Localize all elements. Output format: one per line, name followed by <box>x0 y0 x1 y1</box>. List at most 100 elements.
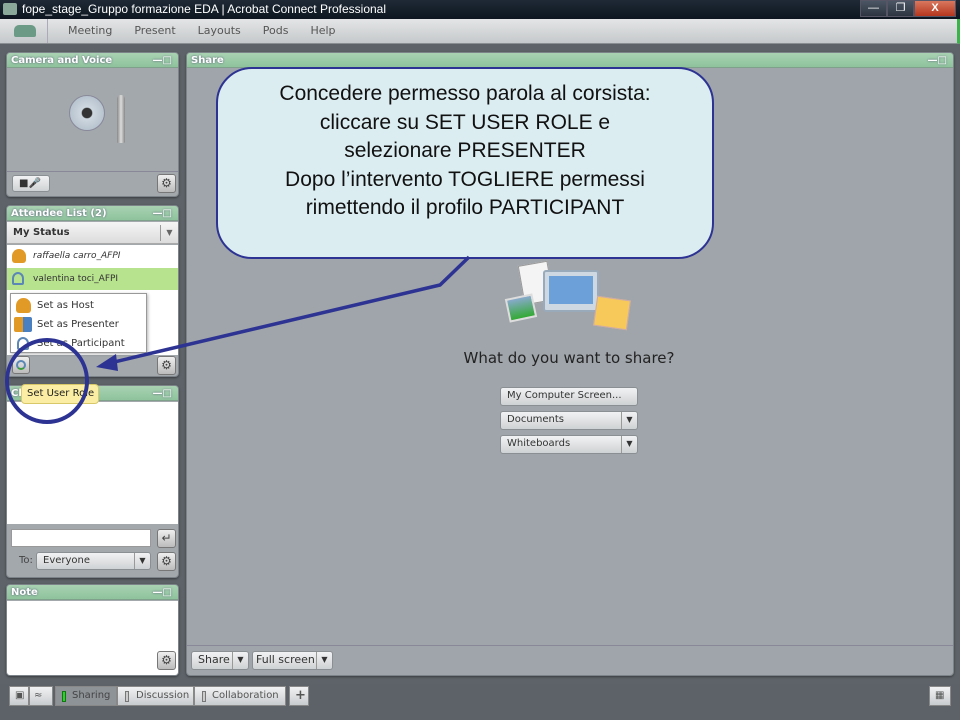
host-icon <box>12 249 26 263</box>
note-text-area[interactable] <box>7 601 178 675</box>
callout-line: Dopo l’intervento TOGLIERE permessi <box>285 167 645 191</box>
close-icon[interactable]: X <box>914 0 956 17</box>
button-label: Full screen <box>256 653 315 666</box>
plus-icon: + <box>295 688 306 703</box>
lock-icon[interactable]: ▣ <box>9 686 29 706</box>
note-pod: Note —□ ⚙ <box>6 584 179 676</box>
attendee-name: valentina toci_AFPI <box>33 274 119 284</box>
window-title: fope_stage_Gruppo formazione EDA | Acrob… <box>22 2 387 16</box>
set-as-participant-item[interactable]: Set as Participant <box>11 334 146 353</box>
attendee-row[interactable]: valentina toci_AFPI <box>7 268 178 290</box>
minimize-icon[interactable]: — <box>860 0 887 17</box>
pod-title: Note <box>11 587 38 598</box>
tab-label: Collaboration <box>212 690 279 701</box>
menu-item-label: Set as Presenter <box>37 319 119 330</box>
share-documents-dropdown[interactable]: Documents ▼ <box>500 411 638 430</box>
tab-discussion[interactable]: Discussion <box>117 686 194 706</box>
attendee-row[interactable]: raffaella carro_AFPI <box>7 245 178 267</box>
chevron-down-icon: ▼ <box>134 553 150 569</box>
tab-label: Sharing <box>72 690 111 701</box>
callout-line: Concedere permesso parola al corsista: <box>279 82 651 105</box>
connect-logo-icon <box>14 25 36 37</box>
participant-icon <box>17 337 29 350</box>
pod-window-controls[interactable]: —□ <box>153 53 172 68</box>
tab-indicator-icon <box>202 691 206 702</box>
share-whiteboards-dropdown[interactable]: Whiteboards ▼ <box>500 435 638 454</box>
menu-pods[interactable]: Pods <box>263 19 289 43</box>
pod-title: Share <box>191 55 224 66</box>
callout-line: cliccare su SET USER ROLE e <box>319 110 611 134</box>
pod-title: Attendee List (2) <box>11 208 107 219</box>
app-icon <box>3 3 17 15</box>
webcam-icon <box>69 95 105 131</box>
share-illustration-icon <box>504 258 632 338</box>
host-icon <box>16 298 31 313</box>
pod-window-controls[interactable]: —□ <box>153 386 172 401</box>
layout-panel-icon[interactable]: ▦ <box>929 686 951 706</box>
attendee-name: raffaella carro_AFPI <box>33 251 121 261</box>
callout-line: selezionare PRESENTER <box>344 139 586 162</box>
camera-voice-pod: Camera and Voice —□ ■🎤 ⚙ <box>6 52 179 197</box>
tab-label: Discussion <box>136 690 190 701</box>
add-layout-button[interactable]: + <box>289 686 309 706</box>
chevron-down-icon: ▼ <box>316 652 332 669</box>
chevron-down-icon: ▼ <box>160 225 178 241</box>
menu-present[interactable]: Present <box>134 19 175 43</box>
gear-icon[interactable]: ⚙ <box>157 174 176 193</box>
active-indicator-icon <box>62 691 66 702</box>
gear-icon[interactable]: ⚙ <box>157 552 176 571</box>
menu-layouts[interactable]: Layouts <box>198 19 241 43</box>
share-my-computer-screen-button[interactable]: My Computer Screen... <box>500 387 638 406</box>
send-icon[interactable]: ↵ <box>157 529 176 548</box>
attendee-list-pod: Attendee List (2) —□ My Status ▼ raffaell… <box>6 205 179 377</box>
pod-window-controls[interactable]: —□ <box>928 53 947 68</box>
my-status-dropdown[interactable]: My Status ▼ <box>7 222 178 244</box>
callout-line: rimettendo il profilo PARTICIPANT <box>305 196 625 219</box>
button-label: Documents <box>507 414 565 425</box>
share-menu-button[interactable]: Share ▼ <box>191 651 249 670</box>
menu-item-label: Set as Host <box>37 300 94 311</box>
set-as-presenter-item[interactable]: Set as Presenter <box>11 315 146 334</box>
tab-sharing[interactable]: Sharing <box>55 686 117 706</box>
layout-edit-icon[interactable]: ≈ <box>29 686 53 706</box>
pod-title: Camera and Voice <box>11 55 113 66</box>
chat-message-input[interactable] <box>11 529 151 547</box>
gear-icon[interactable]: ⚙ <box>157 651 176 670</box>
microphone-icon <box>117 95 125 143</box>
full-screen-button[interactable]: Full screen ▼ <box>252 651 333 670</box>
chevron-down-icon: ▼ <box>621 412 637 429</box>
share-prompt: What do you want to share? <box>463 349 675 367</box>
button-label: Share <box>198 653 230 666</box>
participant-icon <box>12 272 24 285</box>
camera-voice-toggle-button[interactable]: ■🎤 <box>12 175 50 192</box>
menu-item-label: Set as Participant <box>37 338 125 349</box>
window-titlebar: fope_stage_Gruppo formazione EDA | Acrob… <box>0 0 960 19</box>
button-label: My Computer Screen... <box>507 390 622 401</box>
chevron-down-icon: ▼ <box>232 652 248 669</box>
restore-icon[interactable]: ❐ <box>887 0 914 17</box>
layout-taskbar: ▣ ≈ Sharing Discussion Collaboration + ▦ <box>0 684 960 720</box>
presenter-icon <box>14 317 32 332</box>
connect-logo[interactable] <box>0 19 48 43</box>
set-user-role-button[interactable] <box>12 356 30 374</box>
menu-bar: Meeting Present Layouts Pods Help <box>0 19 960 44</box>
user-role-icon <box>16 360 26 370</box>
set-user-role-tooltip: Set User Role <box>21 384 99 404</box>
tooltip-text: Set User Role <box>27 388 95 399</box>
tab-indicator-icon <box>125 691 129 702</box>
gear-icon[interactable]: ⚙ <box>157 356 176 375</box>
to-label: To: <box>19 555 33 566</box>
role-menu: Set as Host Set as Presenter Set as Part… <box>10 293 147 353</box>
chevron-down-icon: ▼ <box>621 436 637 453</box>
menu-meeting[interactable]: Meeting <box>68 19 112 43</box>
pod-window-controls[interactable]: —□ <box>153 206 172 221</box>
recipient-value: Everyone <box>43 555 91 566</box>
tab-collaboration[interactable]: Collaboration <box>194 686 286 706</box>
button-label: Whiteboards <box>507 438 571 449</box>
recipient-dropdown[interactable]: Everyone ▼ <box>36 552 151 570</box>
pod-window-controls[interactable]: —□ <box>153 585 172 600</box>
menu-help[interactable]: Help <box>310 19 335 43</box>
my-status-label: My Status <box>13 227 70 238</box>
set-as-host-item[interactable]: Set as Host <box>11 296 146 315</box>
chat-pod: Chat—□ ↵ To: Everyone▼ ⚙ <box>6 385 179 578</box>
